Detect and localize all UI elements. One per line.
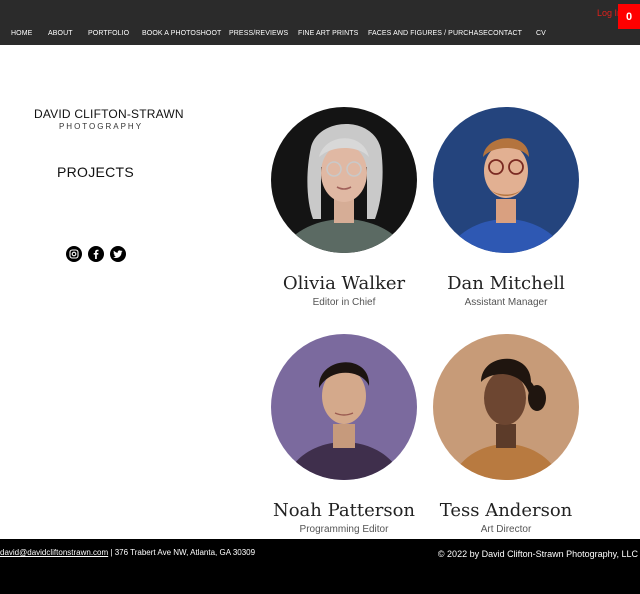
person-role: Art Director bbox=[480, 524, 532, 535]
nav-about[interactable]: ABOUT bbox=[48, 30, 73, 37]
avatar bbox=[433, 107, 579, 253]
site-footer: david@davidcliftonstrawn.com | 376 Trabe… bbox=[0, 539, 640, 594]
footer-address: | 376 Trabert Ave NW, Atlanta, GA 30309 bbox=[108, 548, 256, 557]
team-card: Noah Patterson Programming Editor bbox=[269, 334, 419, 535]
nav-cv[interactable]: CV bbox=[536, 30, 546, 37]
person-name: Noah Patterson bbox=[272, 500, 416, 521]
twitter-icon[interactable] bbox=[110, 246, 126, 262]
footer-email-link[interactable]: david@davidcliftonstrawn.com bbox=[0, 548, 108, 557]
team-card: Olivia Walker Editor in Chief bbox=[269, 107, 419, 308]
nav-home[interactable]: HOME bbox=[11, 30, 32, 37]
instagram-icon[interactable] bbox=[66, 246, 82, 262]
avatar bbox=[271, 334, 417, 480]
nav-book-photoshoot[interactable]: BOOK A PHOTOSHOOT bbox=[142, 30, 221, 37]
nav-portfolio[interactable]: PORTFOLIO bbox=[88, 30, 129, 37]
person-name: Tess Anderson bbox=[439, 500, 573, 521]
page-title: PROJECTS bbox=[56, 164, 135, 180]
facebook-icon[interactable] bbox=[88, 246, 104, 262]
nav-fine-art-prints[interactable]: FINE ART PRINTS bbox=[298, 30, 358, 37]
person-role: Assistant Manager bbox=[464, 297, 548, 308]
nav-faces-figures[interactable]: FACES AND FIGURES / PURCHASE bbox=[368, 30, 488, 37]
avatar bbox=[271, 107, 417, 253]
person-role: Editor in Chief bbox=[312, 297, 376, 308]
team-card: Tess Anderson Art Director bbox=[431, 334, 581, 535]
cart-count: 0 bbox=[625, 10, 633, 23]
nav-contact[interactable]: CONTACT bbox=[488, 30, 522, 37]
nav-press-reviews[interactable]: PRESS/REVIEWS bbox=[229, 30, 288, 37]
team-card: Dan Mitchell Assistant Manager bbox=[431, 107, 581, 308]
site-header: Log In 0 HOME ABOUT PORTFOLIO BOOK A PHO… bbox=[0, 0, 640, 45]
person-role: Programming Editor bbox=[299, 524, 389, 535]
brand-name[interactable]: DAVID CLIFTON-STRAWN bbox=[34, 107, 184, 121]
main-nav: HOME ABOUT PORTFOLIO BOOK A PHOTOSHOOT P… bbox=[0, 30, 640, 42]
person-name: Olivia Walker bbox=[282, 273, 406, 294]
social-bar bbox=[66, 246, 126, 262]
footer-contact: david@davidcliftonstrawn.com | 376 Trabe… bbox=[0, 548, 255, 557]
person-name: Dan Mitchell bbox=[447, 273, 565, 294]
cart-button[interactable]: 0 bbox=[618, 4, 640, 29]
avatar bbox=[433, 334, 579, 480]
brand-subtitle: PHOTOGRAPHY bbox=[58, 122, 144, 131]
footer-copyright: © 2022 by David Clifton-Strawn Photograp… bbox=[437, 549, 638, 559]
